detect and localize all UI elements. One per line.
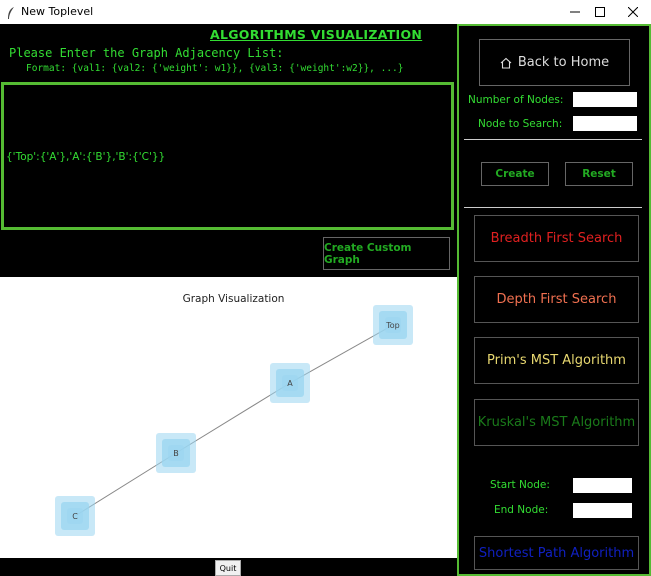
num-nodes-label: Number of Nodes: <box>468 94 564 106</box>
start-node-label: Start Node: <box>490 479 550 491</box>
graph-node-c: C <box>55 496 95 536</box>
graph-canvas: Top A B C <box>0 277 457 558</box>
graph-visualization: Top A B C <box>55 305 413 536</box>
graph-node-b: B <box>156 433 196 473</box>
graph-title: Graph Visualization <box>182 293 285 305</box>
quit-button[interactable]: Quit <box>215 560 241 576</box>
node-search-input[interactable] <box>573 116 637 131</box>
svg-text:A: A <box>287 379 293 388</box>
graph-node-a: A <box>270 363 310 403</box>
end-node-label: End Node: <box>494 504 549 516</box>
format-hint-label: Format: {val1: {val2: {'weight': w1}}, {… <box>26 63 404 74</box>
num-nodes-input[interactable] <box>573 92 637 107</box>
back-home-label: Back to Home <box>517 55 610 70</box>
adjacency-prompt-label: Please Enter the Graph Adjacency List: <box>9 46 284 60</box>
end-node-input[interactable] <box>573 503 632 518</box>
shortest-path-button[interactable]: Shortest Path Algorithm <box>474 536 639 570</box>
node-search-label: Node to Search: <box>478 118 563 130</box>
create-custom-graph-button[interactable]: Create Custom Graph <box>323 237 450 270</box>
feather-icon <box>6 5 16 19</box>
prim-mst-button[interactable]: Prim's MST Algorithm <box>474 337 639 384</box>
close-icon <box>628 7 638 17</box>
home-icon <box>500 57 512 69</box>
bfs-button[interactable]: Breadth First Search <box>474 215 639 262</box>
svg-text:C: C <box>72 512 78 521</box>
dfs-button[interactable]: Depth First Search <box>474 276 639 323</box>
kruskal-mst-button[interactable]: Kruskal's MST Algorithm <box>474 399 639 446</box>
divider <box>464 207 642 208</box>
maximize-icon <box>595 7 605 17</box>
page-title: ALGORITHMS VISUALIZATION <box>210 27 423 42</box>
start-node-input[interactable] <box>573 478 632 493</box>
svg-text:Top: Top <box>385 321 400 330</box>
reset-button[interactable]: Reset <box>565 162 633 186</box>
adjacency-list-input[interactable]: {'Top':{'A'},'A':{'B'},'B':{'C'}} <box>1 82 454 230</box>
svg-text:B: B <box>173 449 179 458</box>
create-button[interactable]: Create <box>481 162 549 186</box>
close-button[interactable] <box>610 0 651 24</box>
graph-node-top: Top <box>373 305 413 345</box>
divider <box>464 139 642 140</box>
back-home-button[interactable]: Back to Home <box>479 39 630 86</box>
window-title: New Toplevel <box>21 5 94 18</box>
